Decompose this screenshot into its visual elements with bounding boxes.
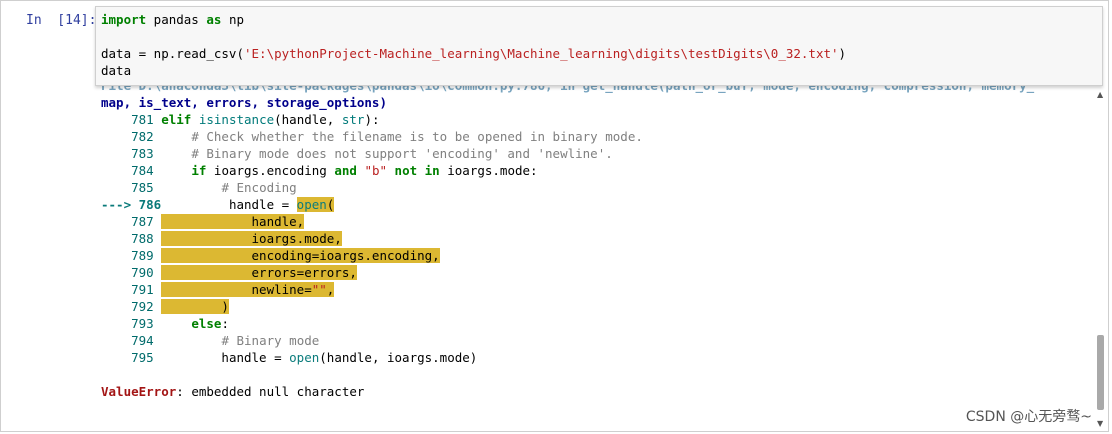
keyword-import: import bbox=[101, 12, 147, 27]
traceback-line: 782 # Check whether the filename is to b… bbox=[101, 129, 643, 144]
traceback-line: 785 # Encoding bbox=[101, 180, 297, 195]
code-input-area[interactable]: import pandas as np data = np.read_csv('… bbox=[95, 6, 1103, 86]
scroll-down-arrow-icon[interactable]: ▼ bbox=[1097, 419, 1103, 428]
traceback-line: 789 encoding=ioargs.encoding, bbox=[101, 248, 440, 263]
output-area: File D:\anaconda3\lib\site-packages\pand… bbox=[0, 86, 1100, 432]
watermark: CSDN @心无旁骛~ bbox=[965, 409, 1092, 425]
traceback-line: 787 handle, bbox=[101, 214, 305, 229]
call-suffix: ) bbox=[838, 46, 847, 61]
traceback-line: 788 ioargs.mode, bbox=[101, 231, 342, 246]
error-text: : embedded null character bbox=[176, 384, 365, 399]
module-name: pandas bbox=[146, 12, 207, 27]
output-scrollbar[interactable]: ▲ ▼ bbox=[1095, 88, 1107, 428]
code-line-2: data = np.read_csv('E:\pythonProject-Mac… bbox=[101, 45, 846, 62]
traceback-line: 784 if ioargs.encoding and "b" not in io… bbox=[101, 163, 538, 178]
traceback-line: 795 handle = open(handle, ioargs.mode) bbox=[101, 350, 478, 365]
code-line-3: data bbox=[101, 63, 132, 78]
alias-name: np bbox=[221, 12, 245, 27]
path-string: 'E:\pythonProject-Machine_learning\Machi… bbox=[244, 46, 839, 61]
traceback-line: 791 newline="", bbox=[101, 282, 335, 297]
error-type: ValueError bbox=[101, 384, 177, 399]
call-prefix: data = np.read_csv( bbox=[101, 46, 244, 61]
keyword-as: as bbox=[206, 12, 222, 27]
traceback-line: 783 # Binary mode does not support 'enco… bbox=[101, 146, 613, 161]
traceback-line: 781 elif isinstance(handle, str): bbox=[101, 112, 380, 127]
traceback-current-line: ---> 786 handle = open( bbox=[101, 197, 335, 212]
code-line-1: import pandas as np bbox=[101, 11, 244, 28]
traceback-line: 794 # Binary mode bbox=[101, 333, 320, 348]
traceback-file-line: File D:\anaconda3\lib\site-packages\pand… bbox=[101, 86, 1034, 94]
scroll-up-arrow-icon[interactable]: ▲ bbox=[1097, 90, 1103, 99]
traceback-line: 793 else: bbox=[101, 316, 229, 331]
error-message: ValueError: embedded null character bbox=[101, 383, 364, 400]
traceback-line: 792 ) bbox=[101, 299, 229, 314]
scrollbar-thumb[interactable] bbox=[1097, 335, 1104, 410]
traceback-line: 790 errors=errors, bbox=[101, 265, 357, 280]
cell-prompt: In [14]: bbox=[26, 13, 97, 28]
traceback-signature: map, is_text, errors, storage_options) bbox=[101, 95, 387, 110]
